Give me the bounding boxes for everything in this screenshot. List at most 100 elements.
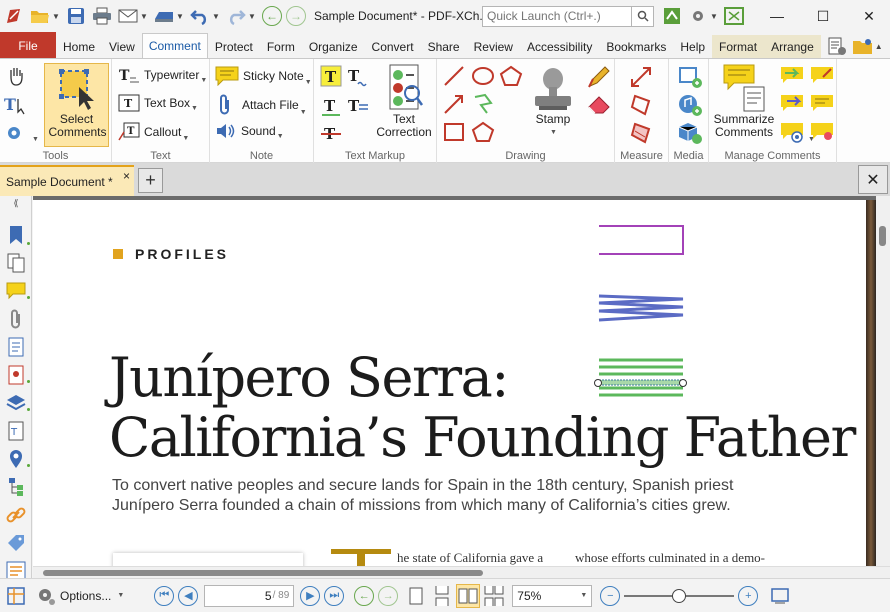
hand-tool-icon[interactable] bbox=[6, 65, 26, 87]
content-icon[interactable] bbox=[5, 336, 27, 358]
new-tab-button[interactable]: + bbox=[138, 168, 163, 193]
chevron-down-icon[interactable]: ▼ bbox=[248, 12, 258, 21]
undo-icon[interactable] bbox=[188, 4, 212, 28]
sticky-note-button[interactable]: Sticky Note ▼ bbox=[215, 66, 312, 86]
back-icon[interactable]: ← bbox=[262, 6, 282, 26]
tab-form[interactable]: Form bbox=[260, 35, 302, 59]
audio-tool-icon[interactable] bbox=[677, 93, 703, 117]
pentagon-tool-icon[interactable] bbox=[471, 121, 495, 143]
pages-icon[interactable] bbox=[5, 252, 27, 274]
options-gear-icon[interactable] bbox=[34, 584, 58, 608]
zoom-in-icon[interactable]: + bbox=[738, 585, 759, 606]
import-comments-icon[interactable] bbox=[779, 65, 805, 87]
fullscreen-icon[interactable] bbox=[722, 4, 746, 28]
print-icon[interactable] bbox=[90, 4, 114, 28]
continuous-facing-icon[interactable] bbox=[482, 584, 506, 608]
rectangle-annotation[interactable] bbox=[599, 225, 684, 255]
zoom-out-icon[interactable]: − bbox=[600, 585, 621, 606]
facing-pages-icon[interactable] bbox=[456, 583, 481, 608]
document-tab[interactable]: Sample Document * × bbox=[0, 165, 134, 196]
comment-styles-icon[interactable] bbox=[809, 121, 835, 143]
minimize-button[interactable]: — bbox=[754, 0, 800, 32]
polyline-tool-icon[interactable] bbox=[471, 93, 495, 115]
tab-format[interactable]: Format bbox=[712, 35, 765, 59]
feedback-icon[interactable] bbox=[660, 4, 684, 28]
attachments-icon[interactable] bbox=[5, 308, 27, 330]
squiggly-text-icon[interactable]: T bbox=[346, 65, 370, 87]
zoom-slider[interactable] bbox=[624, 586, 735, 606]
tab-share[interactable]: Share bbox=[421, 35, 467, 59]
collapse-panel-icon[interactable]: ⟪ bbox=[5, 198, 27, 208]
perimeter-tool-icon[interactable] bbox=[629, 93, 653, 117]
single-page-icon[interactable] bbox=[404, 584, 428, 608]
select-text-icon[interactable]: T bbox=[4, 95, 30, 115]
user-folder-icon[interactable] bbox=[851, 34, 875, 58]
tools-gear-icon[interactable]: ▼ bbox=[4, 123, 39, 143]
tab-convert[interactable]: Convert bbox=[365, 35, 421, 59]
forward-icon[interactable]: → bbox=[286, 6, 306, 26]
tab-help[interactable]: Help bbox=[673, 35, 712, 59]
pdf-page[interactable]: PROFILES Junípero Serra: California’s Fo… bbox=[33, 200, 866, 566]
typewriter-button[interactable]: T Typewriter ▼ bbox=[118, 66, 207, 84]
redo-icon[interactable] bbox=[224, 4, 248, 28]
close-document-button[interactable]: ✕ bbox=[858, 165, 888, 194]
export-comments-icon[interactable] bbox=[779, 93, 805, 115]
tab-organize[interactable]: Organize bbox=[302, 35, 365, 59]
tab-accessibility[interactable]: Accessibility bbox=[520, 35, 599, 59]
chevron-down-icon[interactable]: ▼ bbox=[212, 12, 222, 21]
tab-arrange[interactable]: Arrange bbox=[764, 35, 821, 59]
arrow-tool-icon[interactable] bbox=[443, 93, 465, 115]
last-page-icon[interactable]: ⏭ bbox=[324, 585, 345, 606]
text-box-button[interactable]: T Text Box ▼ bbox=[118, 94, 198, 112]
app-logo-icon[interactable] bbox=[2, 4, 26, 28]
tab-comment[interactable]: Comment bbox=[141, 33, 208, 59]
chevron-down-icon[interactable]: ▼ bbox=[176, 12, 186, 21]
rectangle-tool-icon[interactable] bbox=[443, 121, 465, 143]
options-button[interactable]: Options... bbox=[60, 589, 111, 603]
full-screen-icon[interactable] bbox=[768, 584, 792, 608]
distance-tool-icon[interactable] bbox=[629, 65, 653, 89]
scan-icon[interactable] bbox=[152, 4, 176, 28]
location-icon[interactable] bbox=[5, 448, 27, 470]
destinations-icon[interactable] bbox=[5, 364, 27, 386]
horizontal-scrollbar[interactable] bbox=[33, 566, 890, 578]
area-tool-icon[interactable] bbox=[629, 121, 653, 145]
tab-protect[interactable]: Protect bbox=[208, 35, 260, 59]
eraser-tool-icon[interactable] bbox=[587, 93, 611, 115]
3d-object-tool-icon[interactable] bbox=[677, 121, 703, 145]
tab-review[interactable]: Review bbox=[467, 35, 520, 59]
next-view-icon[interactable]: → bbox=[378, 585, 399, 606]
email-icon[interactable] bbox=[116, 4, 140, 28]
vertical-scrollbar[interactable] bbox=[876, 196, 890, 566]
vertical-scroll-thumb[interactable] bbox=[879, 226, 886, 246]
chevron-down-icon[interactable]: ▼ bbox=[52, 12, 62, 21]
video-tool-icon[interactable] bbox=[677, 65, 703, 89]
close-window-button[interactable]: ✕ bbox=[846, 0, 890, 32]
settings-icon[interactable] bbox=[686, 4, 710, 28]
attach-file-button[interactable]: Attach File ▼ bbox=[218, 94, 307, 116]
highlight-text-icon[interactable]: T bbox=[320, 65, 342, 87]
tab-file[interactable]: File bbox=[0, 32, 56, 59]
maximize-button[interactable]: ☐ bbox=[800, 0, 846, 32]
previous-page-icon[interactable]: ◀ bbox=[178, 585, 199, 606]
previous-view-icon[interactable]: ← bbox=[354, 585, 375, 606]
layers-icon[interactable] bbox=[5, 392, 27, 414]
links-icon[interactable] bbox=[5, 504, 27, 526]
horizontal-scroll-thumb[interactable] bbox=[43, 570, 483, 576]
bookmarks-icon[interactable] bbox=[5, 224, 27, 246]
comments-list-icon[interactable] bbox=[809, 93, 835, 115]
chevron-down-icon[interactable]: ▼ bbox=[117, 592, 124, 599]
tags-icon[interactable]: T bbox=[5, 420, 27, 442]
tag-icon[interactable] bbox=[5, 532, 27, 554]
panel-toggle-icon[interactable] bbox=[4, 584, 28, 608]
squiggly-annotation[interactable] bbox=[598, 294, 684, 322]
polygon-tool-icon[interactable] bbox=[499, 65, 523, 87]
pencil-tool-icon[interactable] bbox=[587, 65, 611, 89]
chevron-down-icon[interactable]: ▼ bbox=[140, 12, 150, 21]
first-page-icon[interactable]: ⏮ bbox=[154, 585, 175, 606]
tab-home[interactable]: Home bbox=[56, 35, 102, 59]
replace-text-icon[interactable]: T bbox=[346, 95, 370, 117]
properties-icon[interactable] bbox=[825, 34, 849, 58]
close-tab-icon[interactable]: × bbox=[123, 169, 130, 183]
structure-icon[interactable] bbox=[5, 476, 27, 498]
